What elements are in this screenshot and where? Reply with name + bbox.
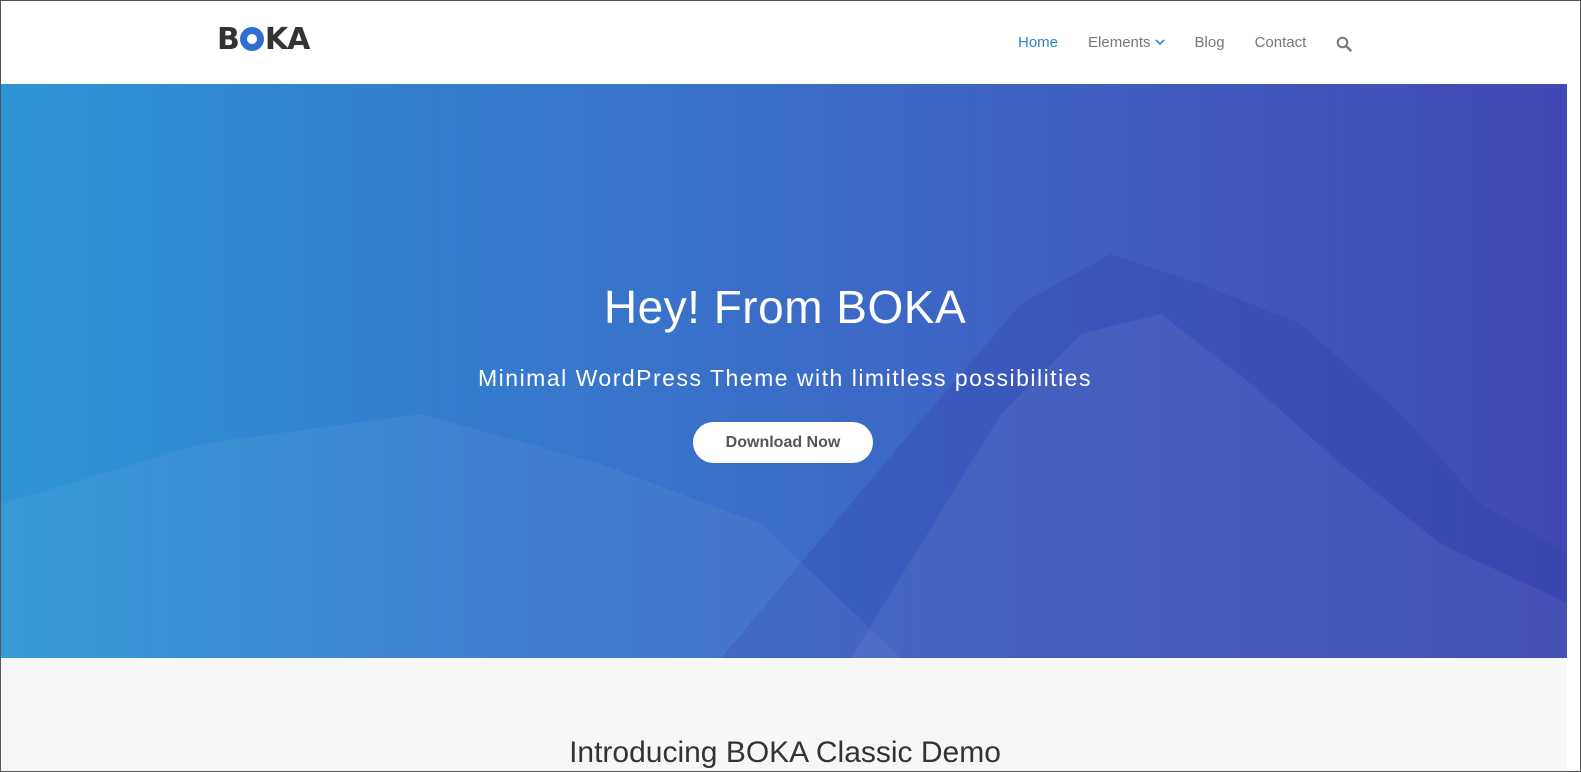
chevron-down-icon bbox=[1154, 39, 1165, 46]
page: B K A Home Elements Blog Contact Hey! Fr… bbox=[0, 0, 1581, 772]
main-nav: Home Elements Blog Contact bbox=[1018, 31, 1352, 53]
site-header: B K A Home Elements Blog Contact bbox=[1, 1, 1569, 84]
logo-letter-a: A bbox=[287, 21, 310, 57]
logo-o-mark-icon bbox=[239, 27, 264, 51]
nav-item-home[interactable]: Home bbox=[1018, 31, 1058, 53]
intro-title: Introducing BOKA Classic Demo bbox=[569, 736, 1001, 769]
nav-item-elements-label: Elements bbox=[1088, 33, 1151, 51]
hero-banner: Hey! From BOKA Minimal WordPress Theme w… bbox=[1, 84, 1569, 658]
nav-item-elements[interactable]: Elements bbox=[1088, 31, 1165, 53]
page-scrollbar[interactable] bbox=[1567, 1, 1580, 771]
hero-subtitle: Minimal WordPress Theme with limitless p… bbox=[478, 365, 1092, 391]
nav-item-contact[interactable]: Contact bbox=[1255, 31, 1307, 53]
download-now-button[interactable]: Download Now bbox=[693, 422, 873, 463]
nav-item-blog[interactable]: Blog bbox=[1195, 31, 1225, 53]
intro-section: Introducing BOKA Classic Demo bbox=[1, 658, 1569, 771]
logo-letter-k: K bbox=[264, 21, 288, 57]
search-icon[interactable] bbox=[1336, 36, 1352, 52]
site-logo[interactable]: B K A bbox=[217, 21, 310, 57]
hero-title: Hey! From BOKA bbox=[603, 281, 967, 333]
logo-letter-b: B bbox=[217, 21, 240, 57]
